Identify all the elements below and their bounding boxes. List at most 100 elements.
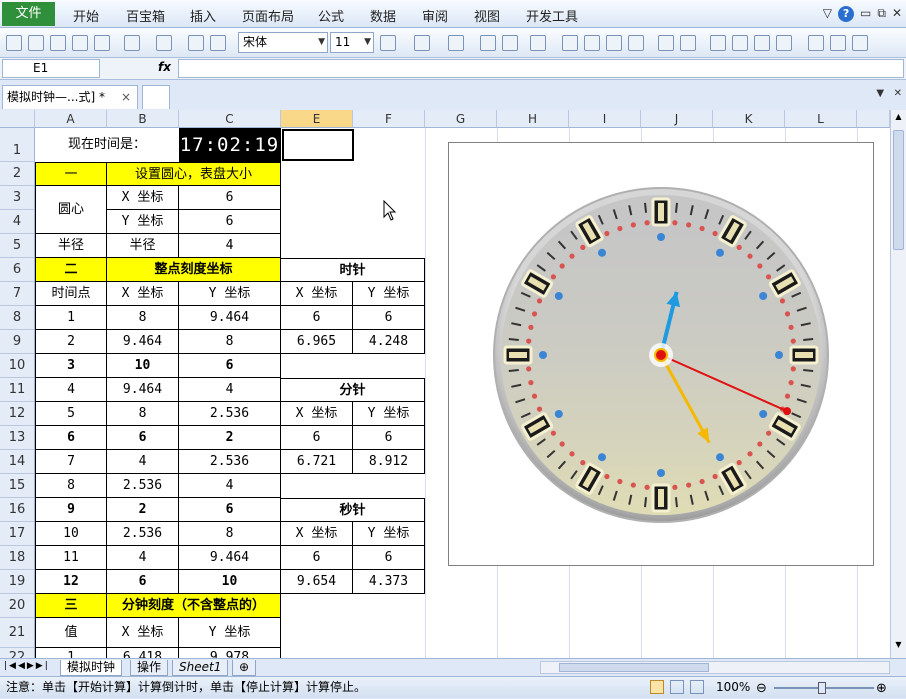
- table-cell[interactable]: 6: [107, 426, 179, 450]
- table-cell[interactable]: 2.536: [179, 450, 281, 474]
- table-cell[interactable]: 4: [179, 474, 281, 498]
- row-header[interactable]: 10: [0, 354, 35, 378]
- table-cell[interactable]: 6: [179, 498, 281, 522]
- row-header[interactable]: 2: [0, 162, 35, 186]
- zoom-out-icon[interactable]: ⊖: [756, 679, 767, 699]
- help-icon[interactable]: ?: [838, 6, 855, 22]
- column-header[interactable]: F: [353, 110, 425, 128]
- hour-hand-y-start[interactable]: 6: [353, 306, 425, 330]
- cell-a21[interactable]: 值: [35, 618, 107, 648]
- vertical-scrollbar[interactable]: ▲ ▼: [890, 110, 906, 658]
- current-time-label[interactable]: 现在时间是：: [35, 128, 179, 162]
- second-hand-x-start[interactable]: 6: [281, 546, 353, 570]
- column-header[interactable]: C: [179, 110, 281, 128]
- settings-icon[interactable]: [852, 35, 868, 51]
- row-header[interactable]: 6: [0, 258, 35, 282]
- cell-f12[interactable]: Y 坐标: [353, 402, 425, 426]
- minute-hand-x-start[interactable]: 6: [281, 426, 353, 450]
- sheet-tab-sheet1[interactable]: Sheet1: [172, 660, 229, 676]
- table-cell[interactable]: 2: [35, 330, 107, 354]
- table-cell[interactable]: 2: [107, 498, 179, 522]
- section-three-label[interactable]: 三: [35, 594, 107, 618]
- scroll-up-icon[interactable]: ▲: [893, 112, 904, 126]
- camera-icon[interactable]: [628, 35, 644, 51]
- section-one-title[interactable]: 设置圆心，表盘大小: [107, 162, 281, 186]
- table-cell[interactable]: 9.464: [107, 378, 179, 402]
- table-cell[interactable]: 2: [179, 426, 281, 450]
- table-cell[interactable]: 10: [107, 354, 179, 378]
- format-painter-icon[interactable]: [448, 35, 464, 51]
- table-cell[interactable]: 8: [35, 474, 107, 498]
- image-icon[interactable]: [776, 35, 792, 51]
- clock-chart[interactable]: [448, 142, 874, 566]
- sheet-nav-icon[interactable]: |◀◀▶▶|: [4, 661, 50, 671]
- collapse-ribbon-icon[interactable]: ▽: [823, 6, 832, 22]
- table-cell[interactable]: 11: [35, 546, 107, 570]
- scroll-thumb[interactable]: [893, 130, 904, 250]
- hour-hand-y-end[interactable]: 4.248: [353, 330, 425, 354]
- column-header[interactable]: A: [35, 110, 107, 128]
- page-layout-view-icon[interactable]: [670, 680, 684, 694]
- minimize-icon[interactable]: ▭: [860, 6, 871, 22]
- fx-button[interactable]: fx: [158, 60, 171, 74]
- column-header[interactable]: H: [497, 110, 569, 128]
- table-cell[interactable]: 4: [107, 450, 179, 474]
- normal-view-icon[interactable]: [650, 680, 664, 694]
- row-header[interactable]: 11: [0, 378, 35, 402]
- table-cell[interactable]: 2.536: [179, 402, 281, 426]
- restore-icon[interactable]: ⧉: [877, 6, 886, 22]
- row-header[interactable]: 7: [0, 282, 35, 306]
- column-header[interactable]: L: [785, 110, 857, 128]
- column-header[interactable]: K: [713, 110, 785, 128]
- cell-e7[interactable]: X 坐标: [281, 282, 353, 306]
- table-cell[interactable]: 4: [35, 378, 107, 402]
- font-size-select[interactable]: 11 ▼: [330, 32, 374, 53]
- align-icon[interactable]: [530, 35, 546, 51]
- minute-hand-x-end[interactable]: 6.721: [281, 450, 353, 474]
- selected-cell-e1[interactable]: [282, 129, 354, 161]
- zoom-in-icon[interactable]: ⊕: [876, 679, 887, 699]
- minute-hand-title[interactable]: 分针: [281, 378, 425, 402]
- row-header[interactable]: 13: [0, 426, 35, 450]
- row-header[interactable]: 18: [0, 546, 35, 570]
- scroll-down-icon[interactable]: ▼: [893, 640, 904, 654]
- cell-a7[interactable]: 时间点: [35, 282, 107, 306]
- table-cell[interactable]: 8: [179, 330, 281, 354]
- table-cell[interactable]: 2.536: [107, 522, 179, 546]
- section-one-label[interactable]: 一: [35, 162, 107, 186]
- sheet-tab-clock[interactable]: 模拟时钟: [60, 660, 123, 676]
- hour-hand-x-end[interactable]: 6.965: [281, 330, 353, 354]
- row-header[interactable]: 21: [0, 618, 35, 648]
- tab-list-controls[interactable]: ▼ ✕: [876, 88, 902, 99]
- row-header[interactable]: 1: [0, 128, 35, 162]
- hscroll-thumb[interactable]: [559, 663, 709, 672]
- row-header[interactable]: 12: [0, 402, 35, 426]
- chart-icon[interactable]: [680, 35, 696, 51]
- cell-c3[interactable]: 6: [179, 186, 281, 210]
- table-cell[interactable]: 9.464: [107, 330, 179, 354]
- row-header[interactable]: 14: [0, 450, 35, 474]
- minute-hand-y-end[interactable]: 8.912: [353, 450, 425, 474]
- row-header[interactable]: 20: [0, 594, 35, 618]
- redo-icon[interactable]: [156, 35, 172, 51]
- cell-c7[interactable]: Y 坐标: [179, 282, 281, 306]
- column-header[interactable]: G: [425, 110, 497, 128]
- column-header[interactable]: [857, 110, 890, 128]
- row-header[interactable]: 17: [0, 522, 35, 546]
- table-cell[interactable]: 10: [35, 522, 107, 546]
- table-cell[interactable]: 5: [35, 402, 107, 426]
- row-header[interactable]: 16: [0, 498, 35, 522]
- column-header[interactable]: E: [281, 110, 353, 128]
- zoom-slider-handle[interactable]: [818, 682, 826, 694]
- cell-b22[interactable]: 6.418: [107, 648, 179, 658]
- undo-icon[interactable]: [124, 35, 140, 51]
- new-file-icon[interactable]: [28, 35, 44, 51]
- shape-icon[interactable]: [562, 35, 578, 51]
- row-header[interactable]: 19: [0, 570, 35, 594]
- new-tab-button[interactable]: [142, 85, 170, 109]
- page-break-view-icon[interactable]: [690, 680, 704, 694]
- table-cell[interactable]: 9: [35, 498, 107, 522]
- document-tab[interactable]: 模拟时钟—...式] * ×: [2, 85, 138, 109]
- print-icon[interactable]: [830, 35, 846, 51]
- add-sheet-icon[interactable]: ⊕: [232, 660, 257, 676]
